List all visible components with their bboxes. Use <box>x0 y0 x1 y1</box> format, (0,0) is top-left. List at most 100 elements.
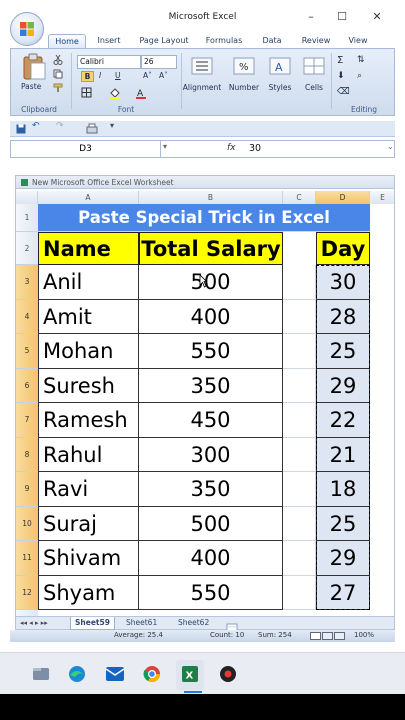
tab-view[interactable]: View <box>344 34 372 48</box>
minimize-button[interactable]: – <box>302 10 320 24</box>
styles-button[interactable]: Styles <box>265 83 295 92</box>
shrink-font-button[interactable]: A˅ <box>159 71 168 80</box>
font-name-select[interactable]: Calibri <box>77 55 141 69</box>
cell-day[interactable]: 25 <box>316 506 370 541</box>
underline-button[interactable]: U <box>115 71 121 80</box>
cell-empty[interactable] <box>283 299 316 334</box>
row-header[interactable]: 9 <box>16 472 38 507</box>
save-icon[interactable] <box>16 124 26 134</box>
fill-color-icon[interactable] <box>109 87 121 99</box>
cell-empty[interactable] <box>283 403 316 438</box>
cell-day[interactable]: 21 <box>316 437 370 472</box>
fill-down-icon[interactable]: ⬇ <box>337 71 345 81</box>
cell-empty[interactable] <box>283 334 316 369</box>
cut-icon[interactable] <box>53 55 63 65</box>
cell-salary[interactable]: 400 <box>139 541 283 576</box>
cell-empty[interactable] <box>283 575 316 610</box>
header-name[interactable]: Name <box>38 232 139 265</box>
maximize-button[interactable]: ☐ <box>333 10 351 24</box>
font-color-icon[interactable]: A <box>135 87 147 99</box>
excel-icon[interactable]: X <box>179 665 201 683</box>
italic-button[interactable]: I <box>99 71 101 80</box>
autosum-icon[interactable]: Σ <box>337 55 343 66</box>
zoom-level[interactable]: 100% <box>354 631 374 639</box>
cell-empty[interactable] <box>283 437 316 472</box>
undo-icon[interactable]: ↶ <box>32 121 40 131</box>
insert-sheet-icon[interactable] <box>226 618 238 633</box>
cell-day[interactable]: 25 <box>316 334 370 369</box>
copy-icon[interactable] <box>53 69 63 79</box>
worksheet-grid[interactable]: A B C D E 12345678910111213 Paste Specia… <box>15 189 395 616</box>
cell-day[interactable]: 28 <box>316 299 370 334</box>
tab-data[interactable]: Data <box>258 34 286 48</box>
tab-formulas[interactable]: Formulas <box>202 34 246 48</box>
tab-page-layout[interactable]: Page Layout <box>136 34 192 48</box>
header-total-salary[interactable]: Total Salary <box>139 232 283 265</box>
row-header[interactable]: 2 <box>16 232 38 265</box>
row-header[interactable]: 8 <box>16 437 38 472</box>
cell-salary[interactable]: 550 <box>139 334 283 369</box>
cell-name[interactable]: Anil <box>38 265 139 300</box>
cell-name[interactable]: Ramesh <box>38 403 139 438</box>
select-all-corner[interactable] <box>16 191 38 204</box>
row-header[interactable]: 5 <box>16 334 38 369</box>
close-button[interactable]: ✕ <box>368 10 386 24</box>
row-header[interactable]: 12 <box>16 575 38 610</box>
cell-salary[interactable]: 550 <box>139 575 283 610</box>
redo-icon[interactable]: ↷ <box>56 121 64 131</box>
format-painter-icon[interactable] <box>53 83 63 93</box>
edge-icon[interactable] <box>66 665 88 683</box>
cell-day[interactable]: 29 <box>316 368 370 403</box>
column-header-e[interactable]: E <box>370 191 394 204</box>
cell-day[interactable]: 22 <box>316 403 370 438</box>
cell-empty[interactable] <box>283 541 316 576</box>
cell-salary[interactable]: 300 <box>139 437 283 472</box>
styles-icon[interactable]: A <box>269 57 291 75</box>
cell-name[interactable]: Suresh <box>38 368 139 403</box>
cell-salary[interactable]: 450 <box>139 403 283 438</box>
insert-function-button[interactable]: fx <box>227 143 236 153</box>
sort-filter-icon[interactable]: ⇅ <box>357 55 365 65</box>
row-header[interactable]: 11 <box>16 541 38 576</box>
borders-icon[interactable] <box>81 87 92 98</box>
alignment-button[interactable]: Alignment <box>181 83 223 92</box>
column-header-b[interactable]: B <box>139 191 283 204</box>
cell-name[interactable]: Shivam <box>38 541 139 576</box>
cell-salary[interactable]: 500 <box>139 265 283 300</box>
number-format-icon[interactable]: % <box>233 57 255 75</box>
tab-review[interactable]: Review <box>298 34 334 48</box>
find-select-icon[interactable]: ⌕ <box>357 71 362 81</box>
cell-day[interactable]: 18 <box>316 472 370 507</box>
office-button[interactable] <box>10 12 44 46</box>
sheet-nav-arrows-icon[interactable]: ◂◂ ◂ ▸ ▸▸ <box>20 617 48 629</box>
cell-day[interactable]: 29 <box>316 541 370 576</box>
title-banner[interactable]: Paste Special Trick in Excel <box>38 204 370 232</box>
cell-name[interactable]: Amit <box>38 299 139 334</box>
cell-name[interactable]: Mohan <box>38 334 139 369</box>
sheet-tab[interactable]: Sheet62 <box>174 617 213 629</box>
cells-button[interactable]: Cells <box>301 83 327 92</box>
mail-icon[interactable] <box>104 665 126 683</box>
cell-name[interactable]: Shyam <box>38 575 139 610</box>
cell-empty[interactable] <box>283 368 316 403</box>
cell-name[interactable]: Rahul <box>38 437 139 472</box>
tab-insert[interactable]: Insert <box>92 34 126 48</box>
cell-salary[interactable]: 350 <box>139 368 283 403</box>
recorder-icon[interactable] <box>217 665 239 683</box>
number-button[interactable]: Number <box>225 83 263 92</box>
row-header[interactable]: 7 <box>16 403 38 438</box>
font-size-select[interactable]: 26 <box>141 55 177 69</box>
cells-icon[interactable] <box>303 57 325 75</box>
row-header[interactable]: 4 <box>16 299 38 334</box>
cell-salary[interactable]: 350 <box>139 472 283 507</box>
row-header[interactable]: 6 <box>16 368 38 403</box>
file-explorer-icon[interactable] <box>30 665 52 683</box>
cell-empty[interactable] <box>283 506 316 541</box>
paste-icon[interactable] <box>21 53 47 81</box>
quick-print-icon[interactable] <box>86 123 98 135</box>
cell-day[interactable]: 27 <box>316 575 370 610</box>
tab-home[interactable]: Home <box>48 34 86 49</box>
cell-empty[interactable] <box>283 265 316 300</box>
header-day[interactable]: Day <box>316 232 370 265</box>
row-header[interactable]: 1 <box>16 204 38 232</box>
